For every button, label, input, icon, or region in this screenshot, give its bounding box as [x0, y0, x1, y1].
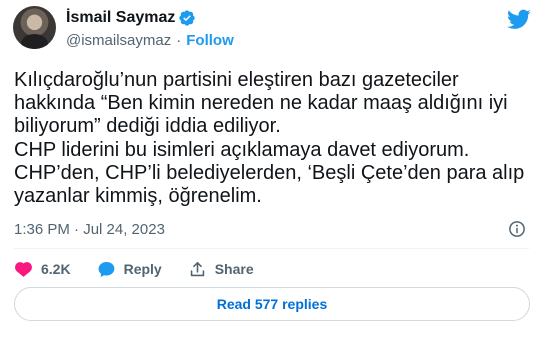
tweet-text-line: Kılıçdaroğlu’nun partisini eleştiren baz… [14, 69, 459, 91]
author-name-row: İsmail Saymaz [66, 8, 196, 28]
separator-dot: · [176, 32, 182, 49]
author-handle[interactable]: @ismailsaymaz [66, 32, 171, 49]
twitter-bird-icon[interactable] [507, 7, 531, 31]
tweet-embed-card: İsmail Saymaz @ismailsaymaz · Follow Kıl… [0, 0, 553, 344]
share-label: Share [214, 261, 254, 277]
tweet-text-line: CHP’den, CHP’li belediyelerden, ‘Beşli Ç… [14, 161, 525, 184]
follow-button[interactable]: Follow [186, 32, 234, 49]
share-button[interactable]: Share [188, 260, 254, 279]
share-icon [190, 261, 204, 276]
author-name[interactable]: İsmail Saymaz [66, 9, 175, 27]
avatar[interactable] [13, 6, 56, 49]
read-replies-button[interactable]: Read 577 replies [14, 287, 530, 321]
tweet-text-line: biliyorum” dediği iddia ediliyor. [14, 115, 281, 138]
reply-label: Reply [123, 261, 162, 277]
tweet-text-line: yazanlar kimmiş, öğrenelim. [14, 185, 262, 208]
verified-badge-icon [178, 9, 196, 27]
reply-icon [98, 261, 114, 277]
tweet-timestamp[interactable]: 1:36 PM · Jul 24, 2023 [14, 221, 165, 238]
tweet-text-line: CHP liderini bu isimleri açıklamaya dave… [14, 138, 470, 161]
heart-icon [15, 261, 32, 277]
tweet-text: Kılıçdaroğlu’nun partisini eleştiren baz… [14, 69, 534, 208]
info-icon[interactable] [508, 220, 526, 238]
tweet-text-line: hakkında “Ben kimin nereden ne kadar maa… [14, 92, 508, 115]
reply-button[interactable]: Reply [97, 260, 162, 279]
divider [14, 248, 529, 249]
author-handle-row: @ismailsaymaz · Follow [66, 32, 234, 49]
action-bar: 6.2K Reply Share [14, 258, 280, 280]
like-button[interactable]: 6.2K [14, 260, 71, 279]
like-count: 6.2K [41, 261, 71, 277]
